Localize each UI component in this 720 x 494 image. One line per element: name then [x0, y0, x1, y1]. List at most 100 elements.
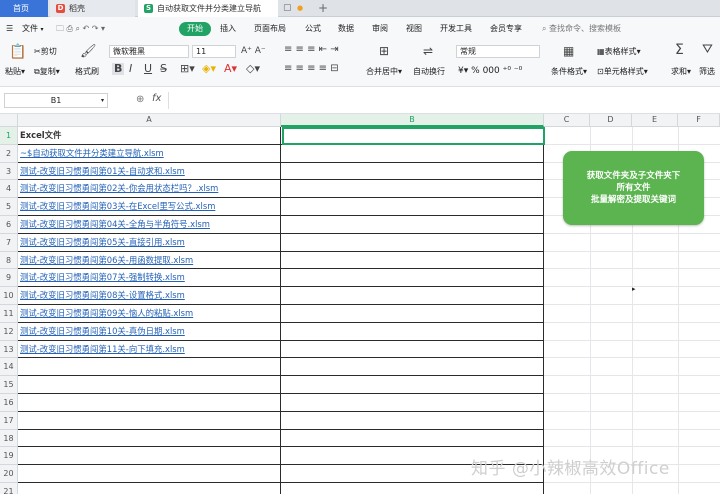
- menu-page-layout[interactable]: 页面布局: [254, 22, 286, 36]
- sum-icon[interactable]: Σ: [675, 43, 684, 57]
- menu-dev-tools[interactable]: 开发工具: [440, 22, 472, 36]
- row-header[interactable]: 18: [0, 429, 18, 448]
- fx-icon[interactable]: fx: [152, 93, 161, 104]
- number-format-buttons[interactable]: ¥▾ % 000 ⁺⁰ ⁻⁰: [458, 65, 522, 77]
- file-link[interactable]: 测试-改变旧习惯勇闯第05关-直接引用.xlsm: [20, 237, 185, 247]
- cell-b14[interactable]: [281, 358, 544, 377]
- paste-icon[interactable]: 📋: [9, 45, 26, 59]
- cell-style-button[interactable]: ⊡单元格样式▾: [597, 66, 648, 78]
- file-link[interactable]: 测试-改变旧习惯勇闯第02关-你会用状态栏吗？.xlsm: [20, 183, 218, 193]
- border-icon[interactable]: ⊞▾: [180, 63, 195, 75]
- cell-b10[interactable]: [281, 287, 544, 305]
- bold-button[interactable]: B: [112, 63, 125, 75]
- macro-button[interactable]: 获取文件夹及子文件夹下 所有文件 批量解密及提取关键词: [563, 151, 704, 225]
- cell-a1[interactable]: Excel文件: [18, 127, 281, 145]
- file-link[interactable]: 测试-改变旧习惯勇闯第01关-自动求和.xlsm: [20, 166, 185, 176]
- wrap-text-button[interactable]: 自动换行: [413, 66, 445, 78]
- column-header-b[interactable]: B: [281, 114, 544, 127]
- row-header[interactable]: 6: [0, 216, 18, 234]
- row-header[interactable]: 12: [0, 322, 18, 341]
- format-painter-button[interactable]: 格式刷: [75, 66, 99, 78]
- menu-view[interactable]: 视图: [406, 22, 422, 36]
- column-header-a[interactable]: A: [18, 114, 281, 127]
- zoom-icon[interactable]: ⊕: [136, 94, 144, 105]
- menu-data[interactable]: 数据: [338, 22, 354, 36]
- file-link[interactable]: 测试-改变旧习惯勇闯第06关-用函数提取.xlsm: [20, 255, 193, 265]
- font-size-select[interactable]: 11: [192, 45, 236, 58]
- menu-insert[interactable]: 插入: [220, 22, 236, 36]
- cell-a6[interactable]: 测试-改变旧习惯勇闯第04关-全角与半角符号.xlsm: [18, 216, 281, 234]
- cell-b18[interactable]: [281, 429, 544, 448]
- conditional-format-button[interactable]: 条件格式▾: [551, 66, 587, 78]
- cell-a15[interactable]: [18, 376, 281, 394]
- cut-button[interactable]: ✂剪切: [34, 46, 57, 58]
- select-all-corner[interactable]: [0, 114, 18, 127]
- merge-center-button[interactable]: 合并居中▾: [366, 66, 402, 78]
- row-header[interactable]: 20: [0, 465, 18, 483]
- cell-b7[interactable]: [281, 233, 544, 252]
- column-header-c[interactable]: C: [544, 114, 590, 127]
- cell-a5[interactable]: 测试-改变旧习惯勇闯第03关-在Excel里写公式.xlsm: [18, 198, 281, 216]
- copy-button[interactable]: ⧉复制▾: [34, 66, 60, 78]
- conditional-format-icon[interactable]: ▦: [563, 45, 574, 57]
- file-link[interactable]: 测试-改变旧习惯勇闯第04关-全角与半角符号.xlsm: [20, 219, 210, 229]
- cell-a10[interactable]: 测试-改变旧习惯勇闯第08关-设置格式.xlsm: [18, 287, 281, 305]
- formula-input[interactable]: [168, 92, 716, 109]
- row-header[interactable]: 21: [0, 483, 18, 494]
- row-header[interactable]: 13: [0, 340, 18, 359]
- cell-a17[interactable]: [18, 411, 281, 430]
- menu-member[interactable]: 会员专享: [490, 22, 522, 36]
- row-header[interactable]: 4: [0, 180, 18, 199]
- paste-button[interactable]: 粘贴▾: [5, 66, 25, 78]
- row-header[interactable]: 3: [0, 162, 18, 181]
- font-color-button[interactable]: A▾: [224, 63, 237, 75]
- file-link[interactable]: 测试-改变旧习惯勇闯第11关-向下填充.xlsm: [20, 344, 185, 354]
- wrap-text-icon[interactable]: ⇌: [423, 45, 433, 57]
- column-header-e[interactable]: E: [632, 114, 678, 127]
- quick-access-icons[interactable]: 🗀 ⎙ ⌕ ↶ ↷ ▾: [56, 22, 105, 36]
- row-header[interactable]: 17: [0, 411, 18, 430]
- strikethrough-icon[interactable]: S̶: [160, 63, 167, 75]
- cell-a21[interactable]: [18, 483, 281, 494]
- cell-b9[interactable]: [281, 269, 544, 288]
- command-search[interactable]: ⌕ 查找命令、搜索模板: [542, 22, 621, 36]
- cell-a12[interactable]: 测试-改变旧习惯勇闯第10关-真伪日期.xlsm: [18, 322, 281, 341]
- row-header[interactable]: 7: [0, 233, 18, 252]
- row-header[interactable]: 5: [0, 198, 18, 216]
- column-header-f[interactable]: F: [678, 114, 720, 127]
- cell-a4[interactable]: 测试-改变旧习惯勇闯第02关-你会用状态栏吗？.xlsm: [18, 180, 281, 199]
- table-style-button[interactable]: ▦表格样式▾: [597, 46, 641, 58]
- cell-a20[interactable]: [18, 465, 281, 483]
- cell-b16[interactable]: [281, 394, 544, 412]
- cell-b5[interactable]: [281, 198, 544, 216]
- file-link[interactable]: 测试-改变旧习惯勇闯第10关-真伪日期.xlsm: [20, 326, 185, 336]
- cell-a13[interactable]: 测试-改变旧习惯勇闯第11关-向下填充.xlsm: [18, 340, 281, 359]
- cell-a11[interactable]: 测试-改变旧习惯勇闯第09关-恼人的粘贴.xlsm: [18, 305, 281, 323]
- row-header[interactable]: 2: [0, 144, 18, 163]
- filter-icon[interactable]: ⛛: [702, 43, 713, 56]
- file-link[interactable]: ~$自动获取文件并分类建立导航.xlsm: [20, 148, 164, 158]
- cell-a2[interactable]: ~$自动获取文件并分类建立导航.xlsm: [18, 144, 281, 163]
- cell-b13[interactable]: [281, 340, 544, 359]
- fill-color-icon[interactable]: ◈▾: [202, 63, 216, 75]
- window-icon[interactable]: ▢: [283, 0, 292, 17]
- cell-b3[interactable]: [281, 162, 544, 181]
- row-header[interactable]: 10: [0, 287, 18, 305]
- cell-b12[interactable]: [281, 322, 544, 341]
- file-link[interactable]: 测试-改变旧习惯勇闯第08关-设置格式.xlsm: [20, 290, 185, 300]
- menu-review[interactable]: 审阅: [372, 22, 388, 36]
- cell-b17[interactable]: [281, 411, 544, 430]
- format-painter-icon[interactable]: 🖌: [80, 45, 97, 58]
- cell-b21[interactable]: [281, 483, 544, 494]
- menu-icon[interactable]: ☰: [6, 22, 13, 36]
- merge-center-icon[interactable]: ⊞: [379, 45, 389, 57]
- number-format-select[interactable]: 常规: [456, 45, 540, 58]
- cell-a14[interactable]: [18, 358, 281, 377]
- cell-b1[interactable]: [281, 127, 544, 145]
- cell-b2[interactable]: [281, 144, 544, 163]
- row-header[interactable]: 15: [0, 376, 18, 394]
- cell-a19[interactable]: [18, 447, 281, 466]
- tab-home[interactable]: 首页: [0, 0, 48, 17]
- cell-b15[interactable]: [281, 376, 544, 394]
- menu-formula[interactable]: 公式: [305, 22, 321, 36]
